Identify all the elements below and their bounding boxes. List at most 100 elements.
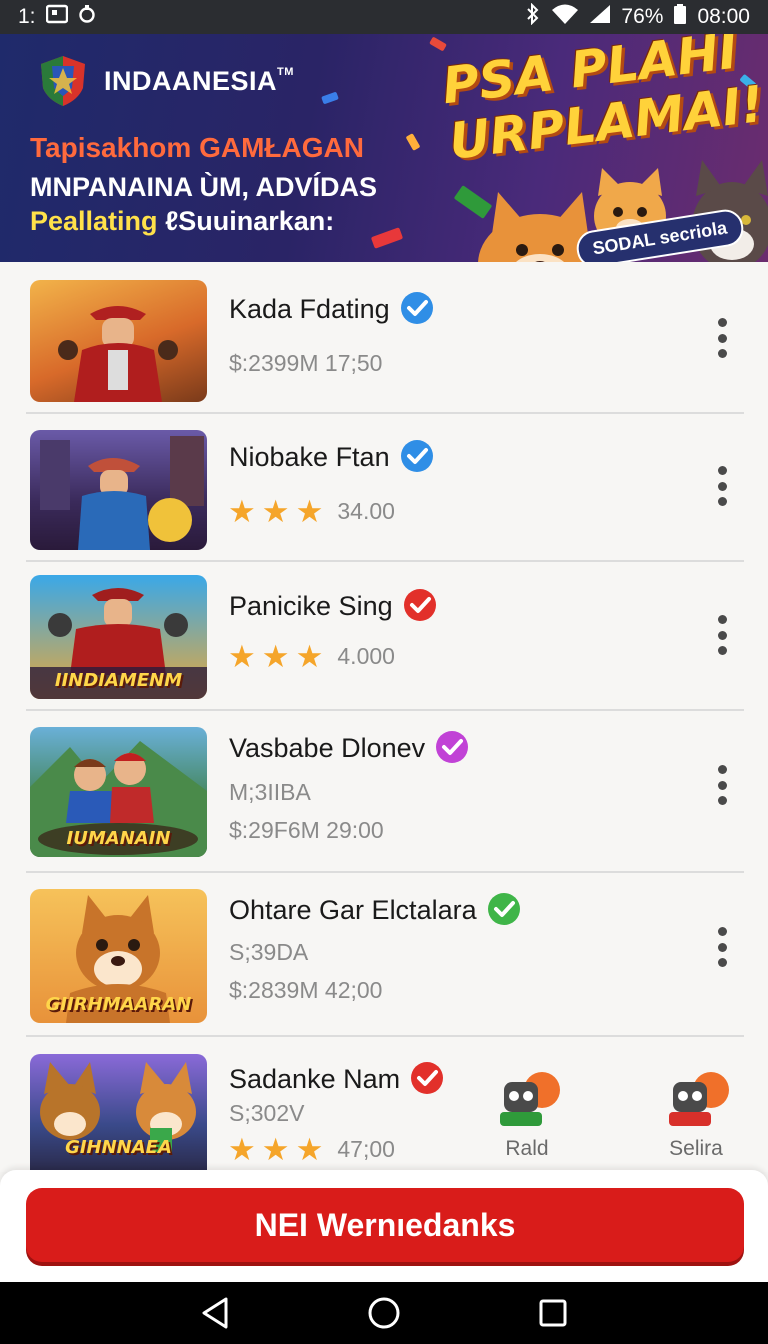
star-icon: ★ — [261, 639, 290, 674]
app-title[interactable]: Vasbabe Dlonev — [229, 730, 469, 767]
app-title[interactable]: Ohtare Gar Elctalara — [229, 892, 521, 929]
verified-check-icon — [435, 730, 469, 764]
app-thumbnail[interactable]: IUMANAIN — [30, 727, 207, 857]
status-time-left: 1: — [18, 5, 36, 28]
brand-logo: INDAANESIATM — [38, 54, 294, 108]
app-list[interactable]: Kada Fdating $:2399M 17;50 Niobake Ftan — [0, 262, 768, 1172]
signal-icon — [589, 4, 611, 30]
system-nav-bar — [0, 1282, 768, 1344]
app-thumbnail[interactable]: IINDIAMENM — [30, 575, 207, 699]
home-icon[interactable] — [364, 1293, 404, 1333]
more-options-icon[interactable] — [708, 318, 736, 358]
rating-stars: ★ ★ ★ 4.000 — [228, 641, 395, 672]
app-thumbnail[interactable] — [30, 280, 207, 402]
list-item[interactable]: GIHNNAEA Sadanke Nam S;302V ★ ★ ★ 47;00 Ra… — [0, 1036, 768, 1172]
promo-banner[interactable]: INDAANESIATM Tapisakhom GAMŁAGAN MNPANAI… — [0, 34, 768, 262]
list-item[interactable]: IUMANAIN Vasbabe Dlonev M;3IIBA $:29F6M … — [0, 711, 768, 873]
mini-app-label: Selira — [669, 1137, 723, 1160]
brand-trademark: TM — [277, 65, 294, 78]
app-title-text: Sadanke Nam — [229, 1064, 401, 1095]
app-screen: 1: 76% 08:00 INDAANESIATM Tapisakhom GAM… — [0, 0, 768, 1344]
battery-percent: 76% — [621, 5, 664, 28]
rating-stars: ★ ★ ★ 34.00 — [228, 496, 395, 527]
back-icon[interactable] — [195, 1293, 235, 1333]
cta-container: NEI Wernıedanks — [0, 1170, 768, 1282]
verified-check-icon — [400, 291, 434, 325]
thumbnail-label: IINDIAMENM — [54, 670, 183, 691]
app-title-text: Niobake Ftan — [229, 442, 390, 473]
app-meta: $:2399M 17;50 — [229, 350, 383, 376]
rating-value: 4.000 — [337, 643, 395, 669]
app-title[interactable]: Panicike Sing — [229, 589, 437, 625]
list-item[interactable]: Kada Fdating $:2399M 17;50 — [0, 262, 768, 414]
brand-name: INDAANESIATM — [104, 66, 294, 97]
verified-check-icon — [487, 892, 521, 926]
star-icon: ★ — [228, 494, 256, 529]
list-item[interactable]: Niobake Ftan ★ ★ ★ 34.00 — [0, 414, 768, 562]
more-options-icon[interactable] — [708, 615, 736, 655]
confetti-decoration — [370, 227, 404, 249]
star-icon: ★ — [295, 639, 324, 674]
app-meta: S;302V — [229, 1100, 305, 1126]
app-thumbnail[interactable]: GIHNNAEA — [30, 1054, 207, 1172]
app-meta: S;39DA — [229, 939, 309, 965]
app-thumbnail[interactable]: GIIRHMAARAN — [30, 889, 207, 1023]
app-meta: M;3IIBA — [229, 779, 311, 805]
mini-app-label: Rald — [505, 1137, 549, 1160]
app-title-text: Panicike Sing — [229, 591, 393, 622]
bluetooth-icon — [525, 2, 541, 31]
robot-app-icon — [500, 1072, 560, 1126]
status-right: 76% 08:00 — [525, 2, 750, 31]
game-character-art — [58, 306, 178, 402]
thumbnail-label: GIHNNAEA — [65, 1137, 172, 1158]
star-icon: ★ — [261, 1132, 290, 1167]
verified-check-icon — [410, 1061, 444, 1095]
rating-value: 34.00 — [337, 498, 395, 524]
robot-app-icon — [669, 1072, 729, 1126]
game-character-art — [40, 436, 204, 550]
screenshot-icon — [45, 4, 68, 30]
verified-check-icon — [400, 439, 434, 473]
rating-stars: ★ ★ ★ 47;00 — [228, 1134, 395, 1165]
recents-icon[interactable] — [533, 1293, 573, 1333]
more-options-icon[interactable] — [708, 466, 736, 506]
status-bar: 1: 76% 08:00 — [0, 0, 768, 34]
app-title[interactable]: Kada Fdating — [229, 291, 434, 328]
promo-title: PSA PLAHI URPLAMAI! — [439, 34, 767, 171]
primary-cta-button[interactable]: NEI Wernıedanks — [26, 1188, 744, 1262]
list-item[interactable]: GIIRHMAARAN Ohtare Gar Elctalara S;39DA … — [0, 873, 768, 1037]
banner-subline: MNPANAINA ÙM, ADVÍDAS — [30, 172, 377, 202]
star-icon: ★ — [228, 639, 256, 674]
star-icon: ★ — [228, 1132, 256, 1167]
wifi-icon — [551, 3, 579, 31]
app-title[interactable]: Niobake Ftan — [229, 439, 434, 476]
mini-app-selira[interactable]: Selira — [651, 1068, 741, 1161]
shield-icon — [41, 56, 85, 106]
banner-tagline: Peallating ℓSuuinarkan: — [30, 206, 334, 237]
app-title-text: Kada Fdating — [229, 294, 390, 325]
confetti-decoration — [321, 91, 339, 105]
thumbnail-label: GIIRHMAARAN — [45, 994, 192, 1015]
app-title-text: Vasbabe Dlonev — [229, 733, 426, 764]
app-meta-secondary: $:29F6M 29:00 — [229, 817, 384, 843]
status-time: 08:00 — [697, 5, 750, 28]
rating-value: 47;00 — [337, 1136, 395, 1162]
list-item[interactable]: IINDIAMENM Panicike Sing ★ ★ ★ 4.000 — [0, 561, 768, 711]
more-options-icon[interactable] — [708, 765, 736, 805]
app-title[interactable]: Sadanke Nam — [229, 1061, 444, 1098]
app-title-text: Ohtare Gar Elctalara — [229, 895, 477, 926]
app-meta-secondary: $:2839M 42;00 — [229, 977, 383, 1003]
brand-name-text: INDAANESIA — [104, 65, 278, 96]
thumbnail-label: IUMANAIN — [66, 828, 171, 849]
banner-tagline-yellow: Peallating — [30, 206, 158, 236]
sync-icon — [78, 4, 96, 30]
battery-icon — [673, 3, 687, 31]
banner-headline: Tapisakhom GAMŁAGAN — [30, 132, 364, 163]
star-icon: ★ — [295, 1132, 324, 1167]
mini-app-rald[interactable]: Rald — [482, 1068, 572, 1161]
confetti-decoration — [429, 36, 447, 52]
confetti-decoration — [405, 133, 421, 151]
app-thumbnail[interactable] — [30, 430, 207, 550]
star-icon: ★ — [261, 494, 290, 529]
more-options-icon[interactable] — [708, 927, 736, 967]
